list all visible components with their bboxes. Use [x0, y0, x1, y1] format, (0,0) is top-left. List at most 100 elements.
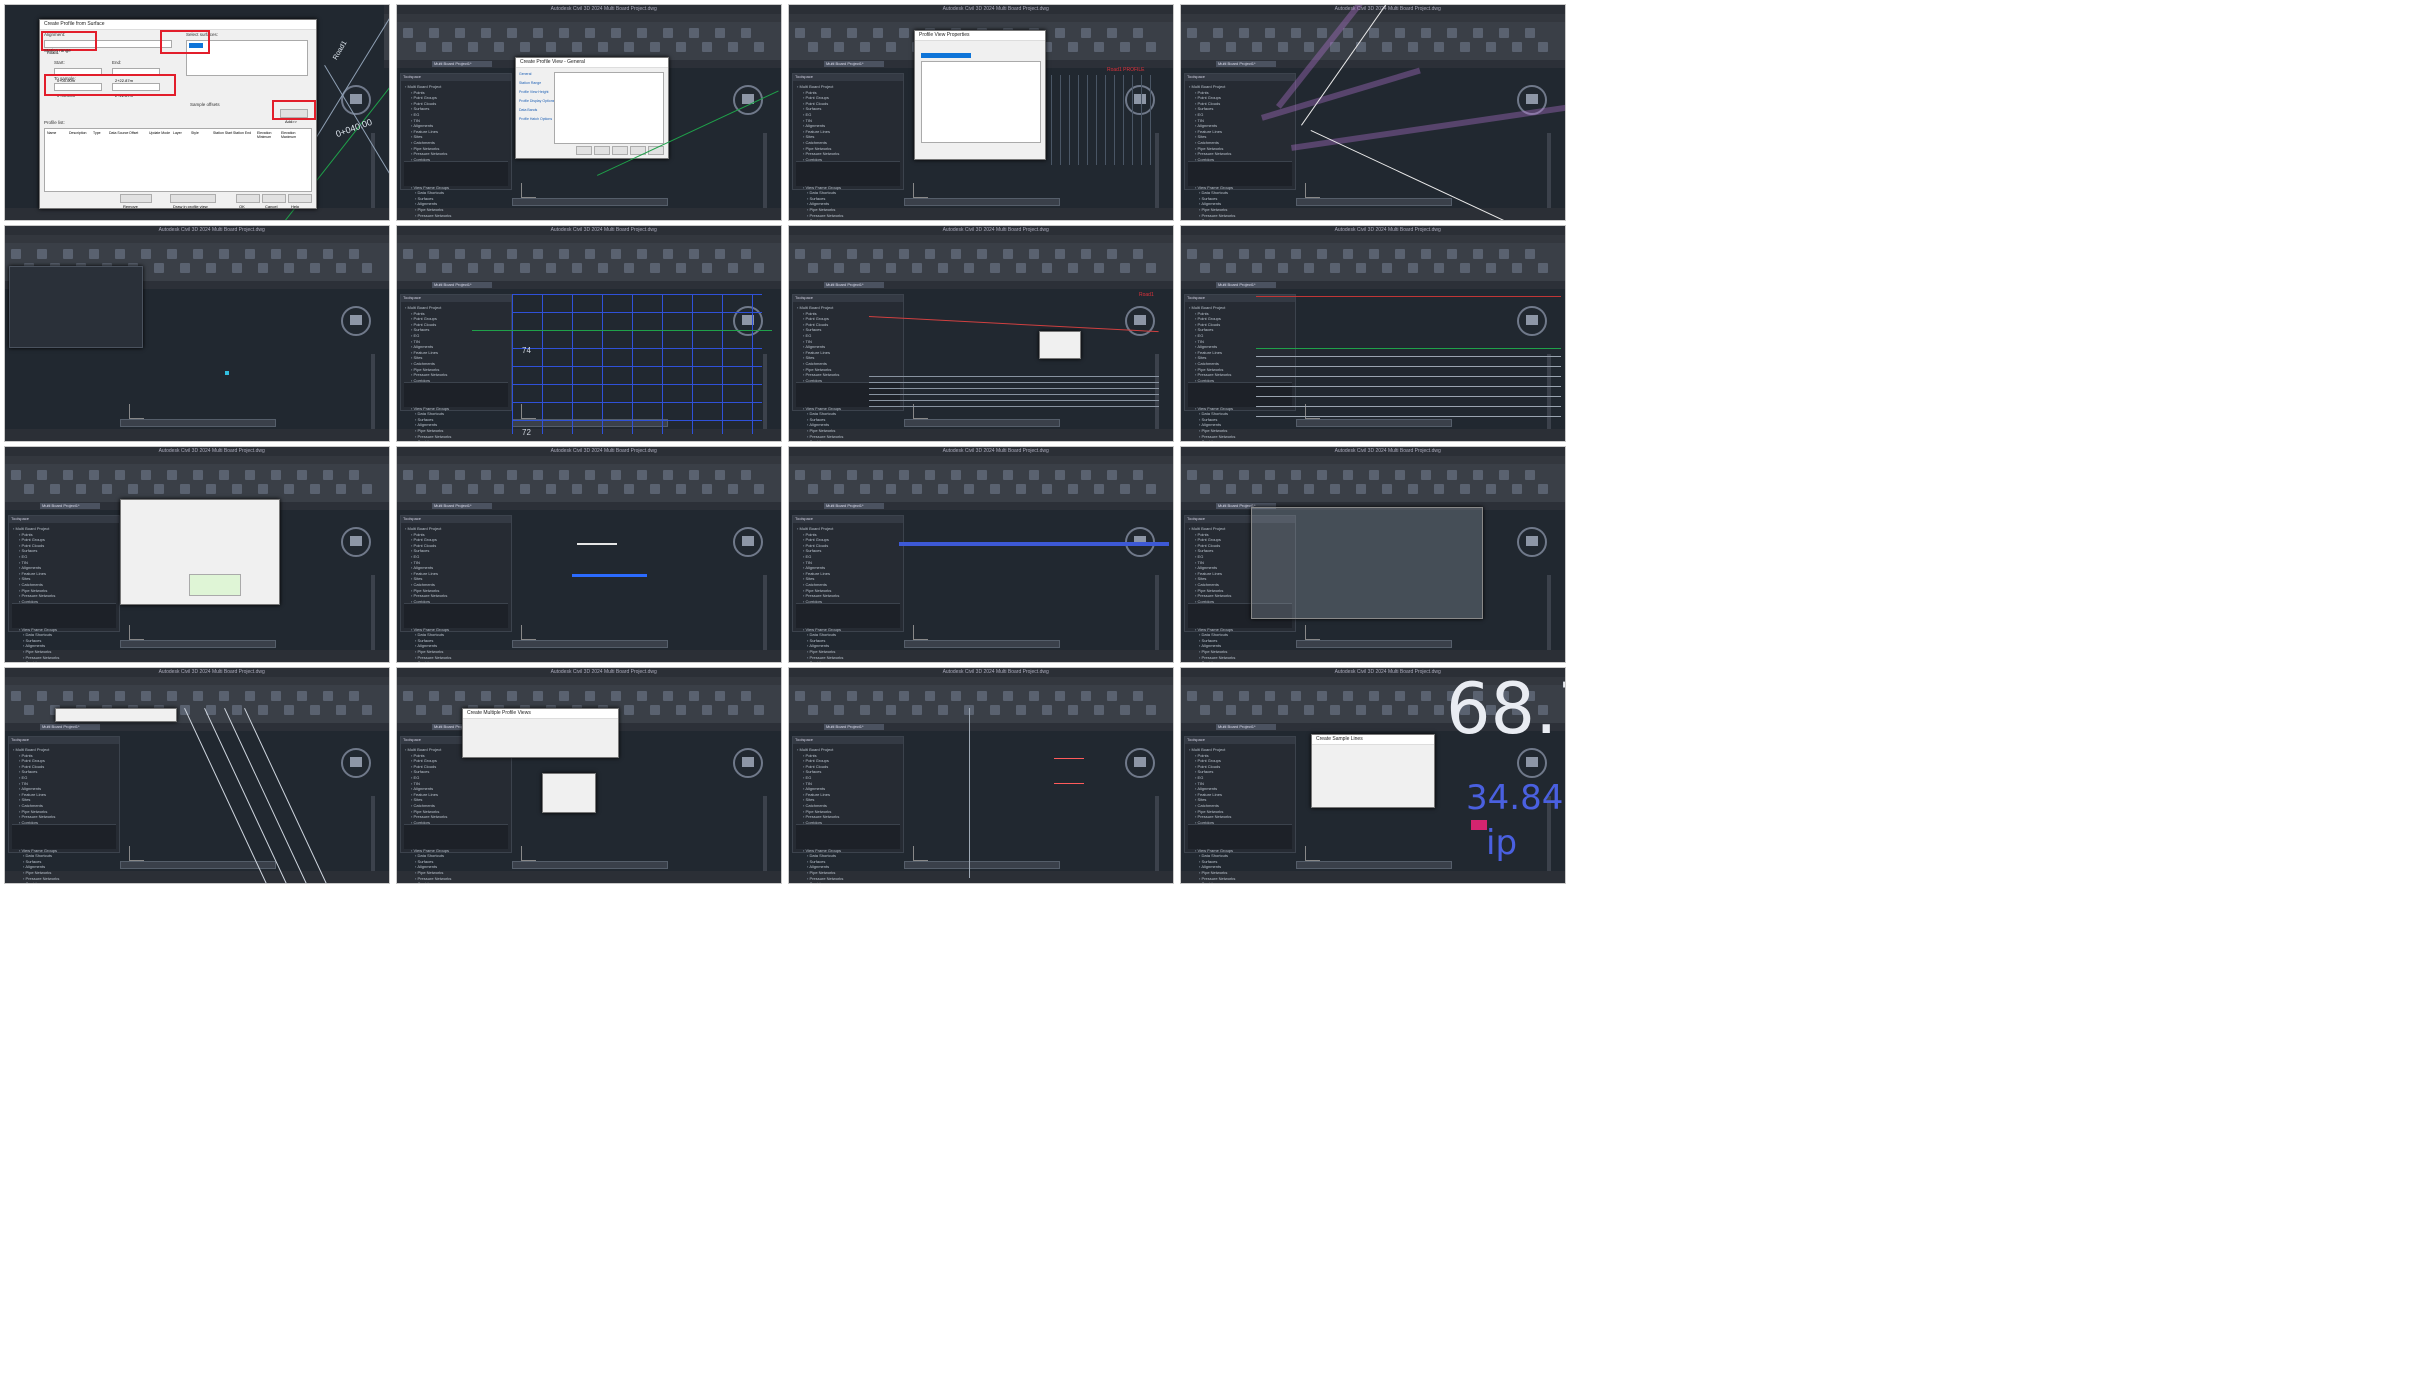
menu-bar[interactable] — [397, 14, 781, 22]
ribbon-tool-icon[interactable] — [754, 484, 764, 494]
ribbon-tool-icon[interactable] — [676, 263, 686, 273]
ribbon-tool-icon[interactable] — [1055, 691, 1065, 701]
ribbon-tool-icon[interactable] — [847, 28, 857, 38]
ribbon-tool-icon[interactable] — [1382, 42, 1392, 52]
ribbon-tool-icon[interactable] — [1473, 28, 1483, 38]
ribbon-tool-icon[interactable] — [494, 484, 504, 494]
ribbon[interactable] — [789, 685, 1173, 724]
ribbon-tool-icon[interactable] — [50, 484, 60, 494]
viewcube-icon[interactable] — [341, 527, 371, 557]
ribbon-tool-icon[interactable] — [1421, 470, 1431, 480]
ribbon-tool-icon[interactable] — [1382, 705, 1392, 715]
ribbon-tool-icon[interactable] — [611, 28, 621, 38]
ribbon-tool-icon[interactable] — [663, 249, 673, 259]
ribbon-tool-icon[interactable] — [258, 705, 268, 715]
ribbon-tool-icon[interactable] — [702, 484, 712, 494]
ribbon-tool-icon[interactable] — [598, 42, 608, 52]
ribbon-tool-icon[interactable] — [284, 263, 294, 273]
viewcube-icon[interactable] — [1125, 748, 1155, 778]
navigation-bar[interactable] — [1155, 796, 1159, 876]
ribbon-tool-icon[interactable] — [1016, 705, 1026, 715]
ribbon-tool-icon[interactable] — [245, 470, 255, 480]
command-line[interactable] — [1296, 419, 1452, 427]
viewcube-icon[interactable] — [341, 306, 371, 336]
ribbon-tool-icon[interactable] — [860, 705, 870, 715]
ribbon-tool-icon[interactable] — [977, 249, 987, 259]
ribbon-tool-icon[interactable] — [468, 263, 478, 273]
ribbon-tool-icon[interactable] — [860, 42, 870, 52]
ribbon-tool-icon[interactable] — [455, 249, 465, 259]
ribbon[interactable] — [397, 243, 781, 282]
ribbon-tool-icon[interactable] — [886, 263, 896, 273]
ribbon-tool-icon[interactable] — [403, 28, 413, 38]
tree-item[interactable]: Corridors — [1189, 660, 1289, 662]
tab-document[interactable]: Multi Board Project1* — [432, 61, 492, 67]
navigation-bar[interactable] — [371, 354, 375, 434]
ribbon-tool-icon[interactable] — [193, 691, 203, 701]
ribbon-tool-icon[interactable] — [507, 470, 517, 480]
ribbon-tool-icon[interactable] — [1068, 263, 1078, 273]
ribbon-tool-icon[interactable] — [219, 249, 229, 259]
ribbon-tool-icon[interactable] — [11, 249, 21, 259]
ribbon-tool-icon[interactable] — [1029, 691, 1039, 701]
ribbon-tool-icon[interactable] — [1120, 263, 1130, 273]
ribbon-tool-icon[interactable] — [1395, 28, 1405, 38]
command-line[interactable] — [120, 419, 276, 427]
ribbon-tool-icon[interactable] — [336, 484, 346, 494]
ribbon-tool-icon[interactable] — [1395, 691, 1405, 701]
ribbon-tool-icon[interactable] — [1213, 249, 1223, 259]
ribbon-tool-icon[interactable] — [455, 28, 465, 38]
ribbon-tool-icon[interactable] — [1278, 263, 1288, 273]
ribbon-tool-icon[interactable] — [1486, 263, 1496, 273]
ribbon-tool-icon[interactable] — [1029, 470, 1039, 480]
wizard-page-link[interactable]: Data Bands — [519, 108, 537, 112]
ribbon-tool-icon[interactable] — [1055, 470, 1065, 480]
prospector-tree[interactable]: Multi Board ProjectPointsPoint GroupsPoi… — [13, 526, 113, 662]
ribbon-tool-icon[interactable] — [481, 691, 491, 701]
ribbon-tool-icon[interactable] — [624, 263, 634, 273]
toolspace-panel[interactable]: ToolspaceMulti Board ProjectPointsPoint … — [1184, 294, 1296, 441]
ribbon-tool-icon[interactable] — [455, 470, 465, 480]
ribbon-tool-icon[interactable] — [702, 705, 712, 715]
ribbon-tool-icon[interactable] — [1252, 484, 1262, 494]
ribbon-tool-icon[interactable] — [821, 470, 831, 480]
ribbon-tool-icon[interactable] — [637, 691, 647, 701]
ribbon-tool-icon[interactable] — [1473, 249, 1483, 259]
ribbon-tool-icon[interactable] — [232, 705, 242, 715]
ribbon-tool-icon[interactable] — [650, 484, 660, 494]
ribbon-tool-icon[interactable] — [167, 249, 177, 259]
ribbon-tool-icon[interactable] — [1107, 691, 1117, 701]
menu-bar[interactable] — [1181, 456, 1565, 464]
ribbon-tool-icon[interactable] — [180, 263, 190, 273]
tab-document[interactable]: Multi Board Project1* — [824, 61, 884, 67]
ribbon-tool-icon[interactable] — [689, 249, 699, 259]
ribbon-tool-icon[interactable] — [232, 263, 242, 273]
ribbon-tool-icon[interactable] — [37, 470, 47, 480]
navigation-bar[interactable] — [1155, 133, 1159, 213]
ribbon-tool-icon[interactable] — [1356, 484, 1366, 494]
ok-button[interactable] — [576, 146, 592, 155]
ribbon-tool-icon[interactable] — [598, 263, 608, 273]
ribbon-tool-icon[interactable] — [1421, 28, 1431, 38]
ribbon-tool-icon[interactable] — [1187, 691, 1197, 701]
properties-palette[interactable] — [9, 266, 143, 348]
ribbon-tool-icon[interactable] — [1317, 470, 1327, 480]
ribbon-tool-icon[interactable] — [1304, 705, 1314, 715]
ribbon-tool-icon[interactable] — [468, 42, 478, 52]
navigation-bar[interactable] — [1547, 133, 1551, 213]
viewcube-icon[interactable] — [1517, 306, 1547, 336]
ribbon-tool-icon[interactable] — [271, 249, 281, 259]
ribbon-tool-icon[interactable] — [349, 249, 359, 259]
ribbon-tool-icon[interactable] — [258, 484, 268, 494]
ribbon-tool-icon[interactable] — [676, 705, 686, 715]
ribbon-tool-icon[interactable] — [1291, 28, 1301, 38]
ribbon-tool-icon[interactable] — [37, 691, 47, 701]
ribbon-tool-icon[interactable] — [1278, 705, 1288, 715]
ribbon-tool-icon[interactable] — [624, 705, 634, 715]
profile-list[interactable]: Name Description Type Data Source Offset Upda… — [44, 128, 312, 192]
ribbon-tool-icon[interactable] — [429, 691, 439, 701]
ribbon-tool-icon[interactable] — [520, 484, 530, 494]
ribbon-tool-icon[interactable] — [219, 470, 229, 480]
ribbon-tool-icon[interactable] — [1133, 28, 1143, 38]
ribbon-tool-icon[interactable] — [89, 249, 99, 259]
